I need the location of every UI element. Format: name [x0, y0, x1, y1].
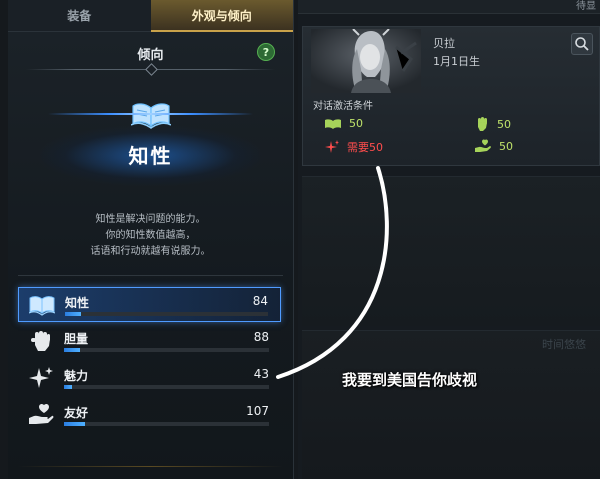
stat-progress-bar: [64, 385, 269, 389]
section-header: 倾向 ?: [8, 32, 293, 76]
faded-label: 时间悠悠: [542, 338, 586, 351]
stat-progress-fill: [64, 422, 85, 426]
heart-hand-icon: [475, 139, 491, 152]
conditions-title: 对话激活条件: [313, 101, 373, 112]
hero-glow-line: [48, 113, 253, 115]
stat-value: 84: [252, 294, 268, 308]
stat-value: 107: [246, 404, 269, 418]
stat-label: 知性: [65, 296, 90, 310]
stat-progress-fill: [65, 312, 82, 316]
tab-appearance-tendency[interactable]: 外观与倾向: [150, 0, 293, 32]
annotation-caption: 我要到美国告你歧视: [342, 371, 478, 389]
search-icon: [575, 37, 589, 51]
condition-courage: 50: [475, 117, 511, 131]
bottom-divider: [18, 466, 283, 467]
sparkle-icon: [325, 140, 339, 153]
open-book-icon: [130, 103, 171, 129]
stat-progress-fill: [64, 385, 73, 389]
stat-list: 知性 84 胆量 88 魅力 43 友好 107: [18, 287, 281, 435]
tab-equipment[interactable]: 装备: [8, 0, 151, 32]
stat-row-charm[interactable]: 魅力 43: [18, 361, 281, 396]
raised-fist-icon: [478, 117, 487, 131]
npc-card[interactable]: 贝拉 1月1日生 对话激活条件 50 50 需要50 50: [302, 26, 600, 166]
sparkle-icon: [29, 367, 53, 388]
stat-progress-bar: [64, 348, 269, 352]
description-line: 你的知性数值越高，: [105, 230, 196, 241]
condition-value: 需要50: [347, 141, 383, 154]
description-line: 话语和行动就越有说服力。: [90, 246, 211, 257]
description-line: 知性是解决问题的能力。: [95, 214, 206, 225]
top-right-label: 待显: [576, 1, 596, 12]
condition-value: 50: [499, 139, 513, 153]
npc-birthday: 1月1日生: [433, 55, 480, 68]
condition-value: 50: [349, 117, 363, 130]
tendency-description: 知性是解决问题的能力。 你的知性数值越高， 话语和行动就越有说服力。: [8, 212, 293, 260]
stat-value: 88: [253, 330, 269, 344]
stat-row-courage[interactable]: 胆量 88: [18, 324, 281, 359]
npc-name: 贝拉: [433, 37, 455, 50]
stat-row-intellect[interactable]: 知性 84: [18, 287, 281, 322]
open-book-icon: [29, 296, 55, 316]
heart-hand-icon: [29, 403, 54, 424]
background-panel: [302, 176, 600, 326]
condition-value: 50: [497, 117, 511, 131]
tab-bar: 装备 外观与倾向: [8, 0, 293, 32]
npc-panel: 待显 贝拉 1月1日生 对话激活条件 50 50 需要50 50 时间悠悠: [298, 0, 600, 479]
raised-fist-icon: [31, 331, 50, 351]
stat-progress-bar: [65, 312, 268, 316]
top-strip: 待显: [298, 0, 600, 14]
tendency-hero: 知性: [8, 74, 293, 194]
tendency-name: 知性: [128, 144, 173, 168]
stat-value: 43: [253, 367, 269, 381]
condition-intellect: 50: [325, 117, 363, 130]
condition-charm: 需要50: [325, 139, 383, 155]
stats-divider: [18, 275, 283, 276]
stat-label: 魅力: [64, 369, 89, 383]
stat-progress-bar: [64, 422, 269, 426]
stat-label: 胆量: [64, 332, 89, 346]
stat-progress-fill: [64, 348, 81, 352]
stat-label: 友好: [64, 406, 89, 420]
search-button[interactable]: [571, 33, 593, 55]
npc-portrait: [311, 29, 421, 93]
background-panel: [302, 330, 600, 479]
section-title: 倾向: [137, 47, 164, 63]
condition-friendliness: 50: [475, 139, 513, 153]
character-panel: 装备 外观与倾向 倾向 ? 知性 知性是解决问题的能力。 你的知性数值越高， 话…: [8, 0, 294, 479]
stat-row-friendliness[interactable]: 友好 107: [18, 398, 281, 433]
open-book-icon: [325, 118, 341, 129]
help-button[interactable]: ?: [257, 43, 275, 61]
